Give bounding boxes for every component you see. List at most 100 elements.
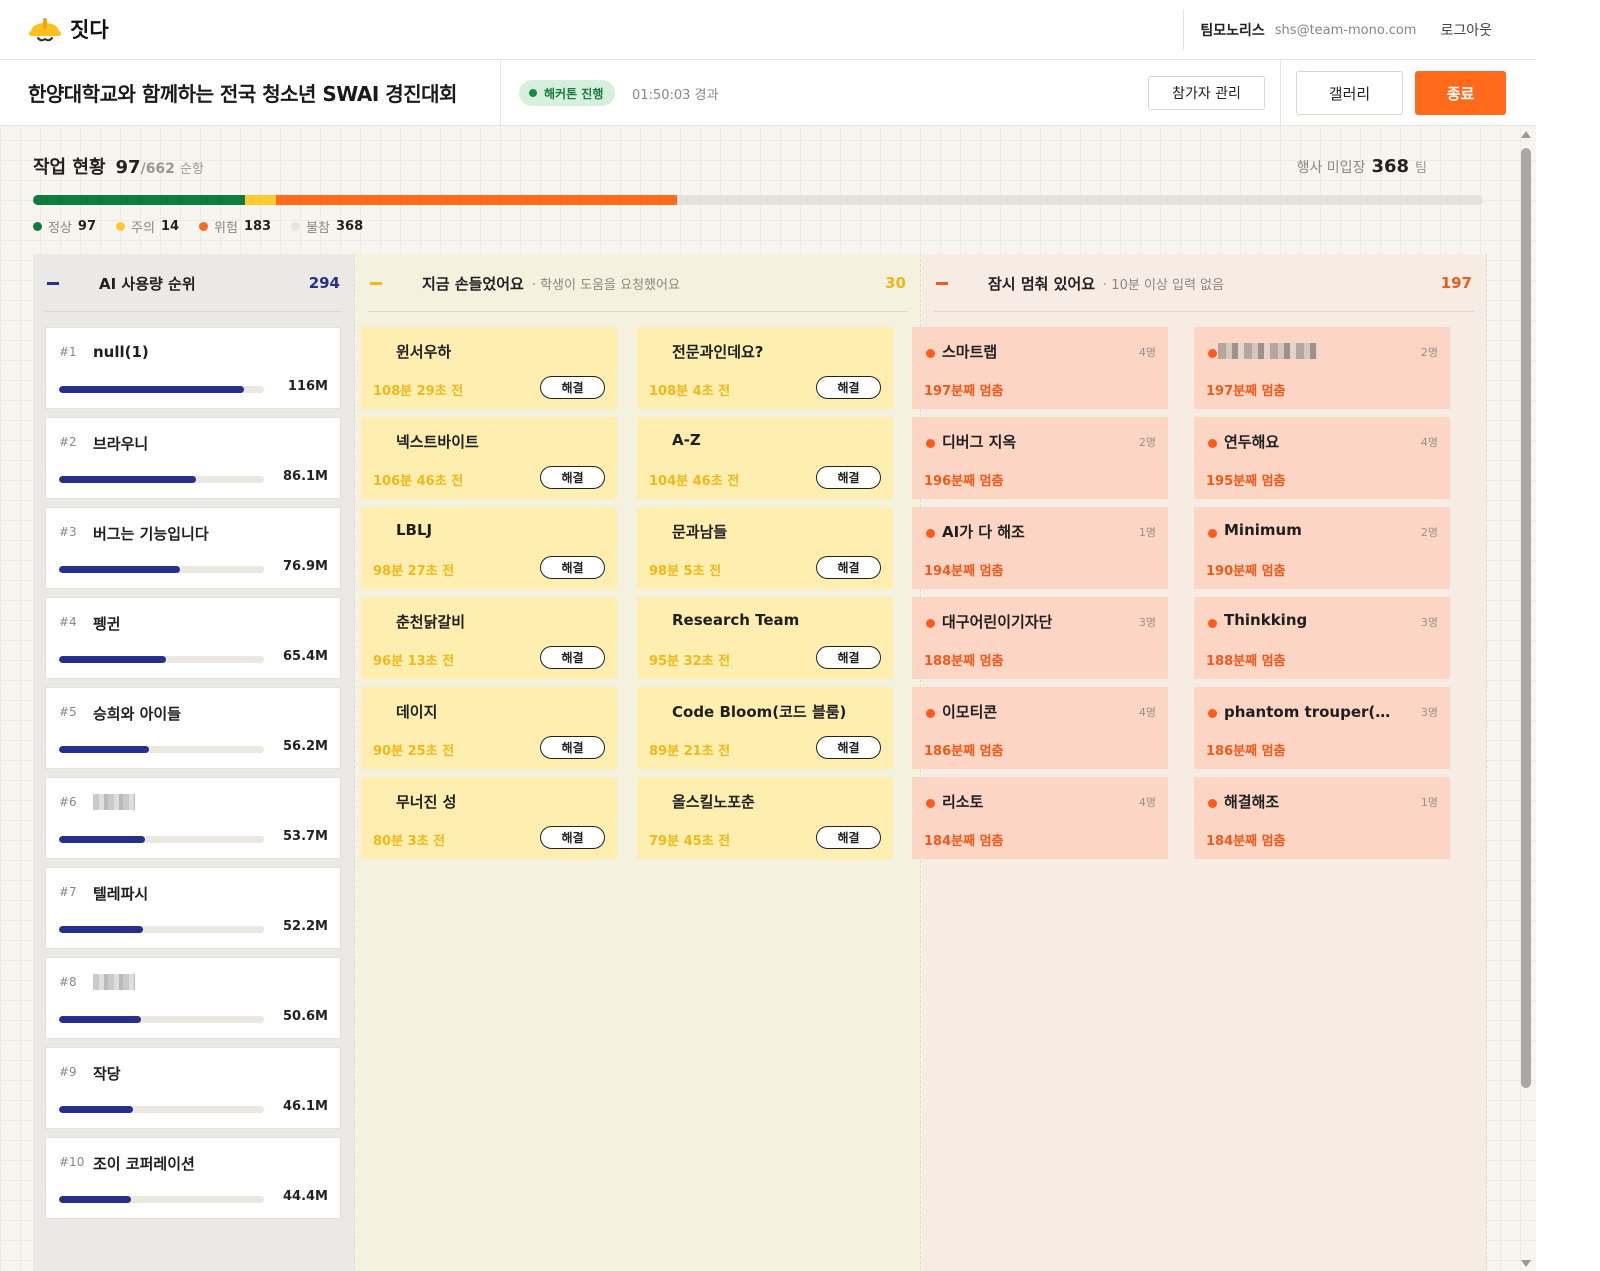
- column-header: 잠시 멈춰 있어요 · 10분 이상 입력 없음 197: [922, 254, 1486, 312]
- ranking-card[interactable]: #2 브라우니 86.1M: [45, 417, 341, 499]
- resolve-button[interactable]: 해결: [816, 466, 881, 489]
- legend-label: 정상: [48, 221, 72, 236]
- app-name: 짓다: [70, 18, 109, 42]
- help-request-card: 데이지 90분 25초 전 해결: [361, 687, 617, 769]
- member-count: 2명: [1420, 526, 1438, 539]
- stopped-team-card[interactable]: Thinkking 3명 188분째 멈춤: [1194, 597, 1450, 679]
- resolve-button[interactable]: 해결: [816, 736, 881, 759]
- legend-label: 불참: [306, 221, 331, 236]
- ranking-card[interactable]: #5 승희와 아이들 56.2M: [45, 687, 341, 769]
- resolve-button[interactable]: 해결: [540, 556, 605, 579]
- stopped-team-card[interactable]: 연두해요 4명 195분째 멈춤: [1194, 417, 1450, 499]
- status-legend: 정상 97 주의 14 위험 183 불참 368: [33, 217, 363, 236]
- resolve-button[interactable]: 해결: [540, 736, 605, 759]
- team-name: 작당: [93, 1065, 121, 1083]
- column-header: 지금 손들었어요 · 학생이 도움을 요청했어요 30: [356, 254, 920, 312]
- request-time: 98분 27초 전: [373, 564, 455, 579]
- ranking-card[interactable]: #10 조이 코퍼레이션 44.4M: [45, 1137, 341, 1219]
- usage-bar-fill: [59, 656, 166, 663]
- manage-participants-button[interactable]: 참가자 관리: [1148, 76, 1265, 110]
- resolve-button[interactable]: 해결: [816, 556, 881, 579]
- status-dot-icon: [529, 89, 537, 97]
- team-name: A-Z: [672, 431, 701, 449]
- member-count: 4명: [1138, 346, 1156, 359]
- ranking-card[interactable]: #9 작당 46.1M: [45, 1047, 341, 1129]
- stopped-team-card[interactable]: AI가 다 해조 1명 194분째 멈춤: [912, 507, 1168, 589]
- resolve-button[interactable]: 해결: [816, 376, 881, 399]
- stopped-team-card[interactable]: phantom trouper(팬텀 ... 3명 186분째 멈춤: [1194, 687, 1450, 769]
- gallery-button[interactable]: 갤러리: [1296, 71, 1403, 115]
- stopped-team-card[interactable]: 리소토 4명 184분째 멈춤: [912, 777, 1168, 859]
- resolve-button[interactable]: 해결: [540, 466, 605, 489]
- page-scrollbar[interactable]: [1516, 126, 1536, 1271]
- team-name: 대구어린이기자단: [942, 613, 1053, 631]
- ranking-card[interactable]: #3 버그는 기능입니다 76.9M: [45, 507, 341, 589]
- resolve-button[interactable]: 해결: [540, 376, 605, 399]
- ranking-card[interactable]: #7 텔레파시 52.2M: [45, 867, 341, 949]
- collapse-icon[interactable]: [936, 281, 948, 285]
- stopped-team-card[interactable]: 2명 197분째 멈춤: [1194, 327, 1450, 409]
- resolve-button[interactable]: 해결: [816, 646, 881, 669]
- help-request-card: 넥스트바이트 106분 46초 전 해결: [361, 417, 617, 499]
- divider: [368, 311, 908, 312]
- scroll-thumb[interactable]: [1521, 148, 1531, 1088]
- status-label: 해커톤 진행: [544, 86, 604, 101]
- ranking-card[interactable]: #4 펭귄 65.4M: [45, 597, 341, 679]
- token-usage: 50.6M: [282, 1009, 328, 1024]
- stopped-team-card[interactable]: 해결해조 1명 184분째 멈춤: [1194, 777, 1450, 859]
- team-name: 무너진 성: [396, 793, 457, 811]
- member-count: 3명: [1138, 616, 1156, 629]
- request-time: 80분 3초 전: [373, 834, 446, 849]
- resolve-button[interactable]: 해결: [540, 826, 605, 849]
- resolve-button[interactable]: 해결: [540, 646, 605, 669]
- legend-label: 주의: [131, 221, 155, 236]
- rank-number: #8: [59, 975, 77, 989]
- end-event-button[interactable]: 종료: [1415, 71, 1506, 115]
- member-count: 4명: [1420, 436, 1438, 449]
- idle-time: 190분째 멈춤: [1206, 564, 1286, 579]
- stopped-team-card[interactable]: 스마트랩 4명 197분째 멈춤: [912, 327, 1168, 409]
- resolve-button[interactable]: 해결: [816, 826, 881, 849]
- dashboard: 짓다 팀모노리스 shs@team-mono.com 로그아웃 한양대학교와 함…: [0, 0, 1536, 1271]
- legend-value: 183: [243, 219, 272, 234]
- status-progress-bar: [33, 195, 1483, 205]
- event-header: 한양대학교와 함께하는 전국 청소년 SWAI 경진대회 해커톤 진행 01:5…: [0, 60, 1536, 126]
- help-request-card: LBLJ 98분 27초 전 해결: [361, 507, 617, 589]
- idle-time: 184분째 멈춤: [924, 834, 1004, 849]
- token-usage: 53.7M: [282, 829, 328, 844]
- progress-summary: 작업 현황 97/662 순항: [33, 153, 204, 179]
- collapse-icon[interactable]: [370, 281, 382, 285]
- stopped-team-card[interactable]: Minimum 2명 190분째 멈춤: [1194, 507, 1450, 589]
- request-time: 108분 4초 전: [649, 384, 731, 399]
- usage-bar: [59, 746, 264, 753]
- ranking-card[interactable]: #1 null(1) 116M: [45, 327, 341, 409]
- request-time: 79분 45초 전: [649, 834, 731, 849]
- logout-link[interactable]: 로그아웃: [1440, 20, 1492, 40]
- column-stopped: 잠시 멈춰 있어요 · 10분 이상 입력 없음 197 스마트랩 4명 197분째…: [912, 254, 1487, 1271]
- progress-segment-normal: [33, 195, 246, 205]
- idle-time: 197분째 멈춤: [924, 384, 1004, 399]
- idle-time: 197분째 멈춤: [1206, 384, 1286, 399]
- team-name: 브라우니: [93, 435, 149, 453]
- collapse-icon[interactable]: [47, 281, 59, 285]
- team-name: 스마트랩: [942, 343, 998, 361]
- stopped-team-card[interactable]: 대구어린이기자단 3명 188분째 멈춤: [912, 597, 1168, 679]
- absent-summary: 행사 미입장 368 팀: [1297, 156, 1427, 177]
- ranking-card[interactable]: #6 53.7M: [45, 777, 341, 859]
- logo[interactable]: 짓다: [28, 13, 109, 45]
- stopped-team-card[interactable]: 이모티콘 4명 186분째 멈춤: [912, 687, 1168, 769]
- team-name: 전문과인데요?: [672, 343, 764, 361]
- usage-bar: [59, 836, 264, 843]
- legend-item-warning: 주의 14: [116, 217, 179, 236]
- idle-time: 194분째 멈춤: [924, 564, 1004, 579]
- help-request-card: 윈서우하 108분 29초 전 해결: [361, 327, 617, 409]
- legend-item-normal: 정상 97: [33, 217, 96, 236]
- column-ai-ranking: AI 사용량 순위 294 #1 null(1) 116M #2 브라우니 86.1M #3…: [33, 254, 355, 1271]
- scroll-up-icon[interactable]: [1521, 131, 1531, 138]
- status-dot-icon: [926, 529, 935, 538]
- stopped-team-card[interactable]: 디버그 지옥 2명 196분째 멈춤: [912, 417, 1168, 499]
- rank-number: #3: [59, 525, 77, 539]
- usage-bar-fill: [59, 1016, 141, 1023]
- scroll-down-icon[interactable]: [1521, 1260, 1531, 1267]
- ranking-card[interactable]: #8 50.6M: [45, 957, 341, 1039]
